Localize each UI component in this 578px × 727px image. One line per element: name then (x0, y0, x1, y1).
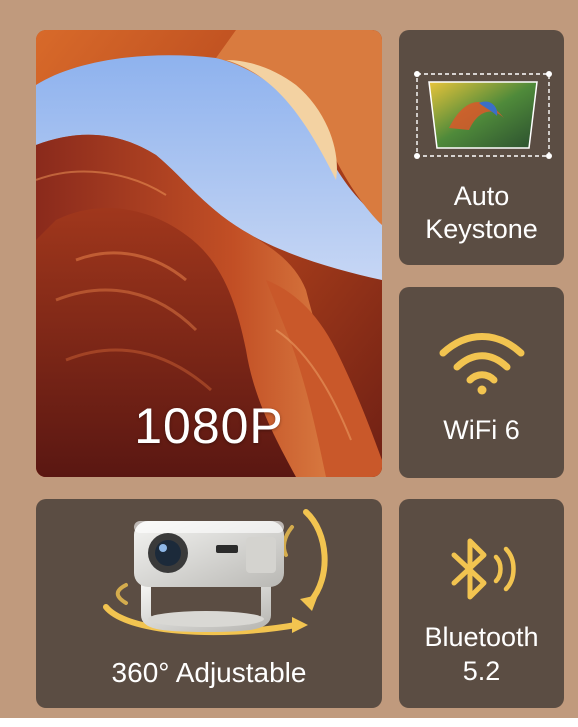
projector-rotate-icon (103, 509, 328, 636)
resolution-hero-tile: 1080P (36, 30, 382, 477)
resolution-label: 1080P (134, 398, 284, 454)
wifi-tile: WiFi 6 (399, 287, 564, 478)
bluetooth-tile: Bluetooth 5.2 (399, 499, 564, 708)
adjustable-label: 360° Adjustable (111, 657, 307, 688)
wifi-icon (439, 333, 525, 395)
auto-keystone-tile: Auto Keystone (399, 30, 564, 265)
wifi-label: WiFi 6 (443, 415, 520, 445)
bluetooth-label: Bluetooth 5.2 (424, 622, 539, 686)
auto-keystone-icon (414, 71, 552, 159)
auto-keystone-label: Auto Keystone (425, 181, 538, 244)
feature-grid: 1080P Auto Keystone WiFi 6 360° Adjustab… (0, 0, 578, 727)
bluetooth-icon (451, 538, 516, 600)
adjustable-tile: 360° Adjustable (36, 499, 382, 708)
